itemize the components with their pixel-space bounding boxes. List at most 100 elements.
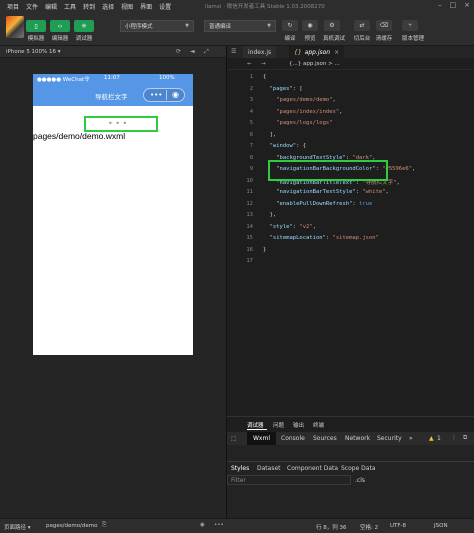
- code-line[interactable]: "navigationBarTextStyle": "white",: [263, 189, 389, 195]
- code-line[interactable]: "sitemapLocation": "sitemap.json": [263, 235, 379, 241]
- maximize-icon[interactable]: □: [450, 1, 457, 9]
- simulator-toggle[interactable]: ▯: [26, 20, 46, 32]
- copy-icon[interactable]: ⎘: [102, 522, 106, 529]
- debugger-toggle[interactable]: ⁜: [74, 20, 94, 32]
- clear-cache-label: 清缓存: [375, 36, 393, 42]
- menu-tools[interactable]: 工具: [64, 2, 76, 11]
- editor-toggle[interactable]: ‹›: [50, 20, 70, 32]
- capsule-divider: [166, 90, 167, 100]
- compile-select[interactable]: 普通编译 ▼: [204, 20, 276, 32]
- forward-icon[interactable]: →: [261, 61, 266, 67]
- more-vert-icon[interactable]: ⋮: [451, 434, 457, 441]
- tab-app-json[interactable]: {} app.json ×: [289, 46, 345, 58]
- menu-capsule[interactable]: ••• ◉: [143, 88, 185, 102]
- devtools-panel-tabs: ⬚ Wxml Console Sources Network Security …: [227, 432, 474, 445]
- code-line[interactable]: "pages": [: [263, 86, 303, 92]
- line-number: 14: [246, 223, 253, 230]
- menu-goto[interactable]: 转到: [83, 2, 95, 11]
- line-number: 7: [249, 143, 253, 149]
- code-line[interactable]: }: [263, 247, 266, 253]
- line-number: 11: [246, 189, 253, 195]
- dock-icon[interactable]: ⧉: [463, 434, 467, 442]
- menu-project[interactable]: 项目: [7, 2, 19, 11]
- tab-styles[interactable]: Styles: [231, 465, 249, 472]
- filter-placeholder: Filter: [231, 477, 246, 484]
- chevron-down-icon: ▼: [185, 23, 189, 29]
- background-button[interactable]: ⇄: [354, 20, 370, 31]
- version-button[interactable]: ⑂: [402, 20, 418, 31]
- device-select[interactable]: iPhone 5 100% 16 ▾: [6, 49, 61, 55]
- line-number: 13: [246, 212, 253, 218]
- inspect-icon[interactable]: ⬚: [231, 435, 237, 442]
- close-icon[interactable]: ×: [464, 1, 470, 9]
- code-line[interactable]: "window": {: [263, 143, 306, 149]
- menu-interface[interactable]: 界面: [140, 2, 152, 11]
- code-line[interactable]: "pages/index/index",: [263, 109, 342, 115]
- close-icon[interactable]: ×: [334, 49, 339, 56]
- menu-edit[interactable]: 编辑: [45, 2, 57, 11]
- back-icon[interactable]: ←: [247, 61, 252, 67]
- mode-select[interactable]: 小程序模式 ▼: [120, 20, 194, 32]
- more-icon[interactable]: •••: [214, 522, 224, 528]
- breadcrumb-path[interactable]: {...} app.json > ...: [289, 61, 340, 67]
- tab-debugger[interactable]: 调试器: [247, 421, 264, 429]
- remote-debug-button[interactable]: ⚙: [324, 20, 340, 31]
- code-line[interactable]: ],: [263, 132, 277, 138]
- tab-sources[interactable]: Sources: [313, 435, 337, 442]
- tab-terminal[interactable]: 终端: [313, 421, 324, 429]
- tab-index-js[interactable]: index.js: [243, 46, 277, 58]
- background-text-style-highlight: [268, 160, 388, 181]
- tab-security[interactable]: Security: [377, 435, 402, 442]
- filter-input[interactable]: Filter: [227, 475, 351, 485]
- code-line[interactable]: "pages/demo/demo",: [263, 97, 336, 103]
- file-encoding[interactable]: UTF-8: [390, 523, 406, 529]
- tab-dataset[interactable]: Dataset: [257, 465, 281, 472]
- page-path-select[interactable]: 页面路径 ▾: [4, 523, 31, 531]
- cls-toggle[interactable]: .cls: [355, 477, 365, 484]
- minimize-icon[interactable]: –: [438, 1, 442, 9]
- close-circle-icon[interactable]: ◉: [172, 90, 179, 99]
- line-number: 5: [249, 120, 253, 126]
- volume-icon[interactable]: ◄: [190, 48, 195, 55]
- preview-button[interactable]: ◉: [302, 20, 318, 31]
- compile-button[interactable]: ↻: [282, 20, 298, 31]
- tab-wxml[interactable]: Wxml: [247, 432, 276, 445]
- line-number: 6: [249, 131, 253, 138]
- tab-more[interactable]: »: [409, 435, 413, 442]
- tab-network[interactable]: Network: [345, 435, 370, 442]
- phone-nav-bar: 导航栏文字 ••• ◉: [33, 84, 193, 106]
- code-line[interactable]: "style": "v2",: [263, 224, 316, 230]
- rotate-icon[interactable]: ⟳: [176, 48, 181, 55]
- debug-icon: ⚙: [329, 22, 335, 29]
- editor-tabs: ☰ index.js {} app.json ×: [227, 46, 474, 58]
- code-line[interactable]: },: [263, 212, 277, 218]
- more-icon[interactable]: •••: [150, 91, 162, 99]
- status-time: 11:07: [104, 75, 120, 81]
- menu-file[interactable]: 文件: [26, 2, 38, 11]
- indent-spaces[interactable]: 空格: 2: [360, 523, 378, 531]
- fullscreen-icon[interactable]: ⤢: [204, 48, 209, 56]
- branch-icon: ⑂: [408, 22, 412, 29]
- menu-select[interactable]: 选择: [102, 2, 114, 11]
- code-line[interactable]: "pages/logs/logs": [263, 120, 332, 126]
- menu-settings[interactable]: 设置: [159, 2, 171, 11]
- warning-icon[interactable]: ▲: [429, 435, 434, 442]
- tab-scope-data[interactable]: Scope Data: [341, 465, 376, 472]
- code-line[interactable]: {: [263, 74, 266, 80]
- tab-problems[interactable]: 问题: [273, 421, 284, 429]
- language-mode[interactable]: JSON: [434, 523, 448, 529]
- menu-view[interactable]: 视图: [121, 2, 133, 11]
- clear-cache-button[interactable]: ⌫: [376, 20, 392, 31]
- eye-icon[interactable]: ◉: [200, 522, 205, 528]
- page-path-value[interactable]: pages/demo/demo: [46, 523, 98, 529]
- tab-output[interactable]: 输出: [293, 421, 304, 429]
- files-icon[interactable]: ☰: [231, 48, 236, 55]
- chevron-down-icon: ▼: [267, 23, 271, 29]
- tab-console[interactable]: Console: [281, 435, 305, 442]
- tab-component-data[interactable]: Component Data: [287, 465, 338, 472]
- code-line[interactable]: "enablePullDownRefresh": true: [263, 201, 372, 207]
- cursor-position[interactable]: 行 8，列 36: [316, 523, 347, 531]
- tab-label: app.json: [304, 48, 331, 56]
- breadcrumb: ← → {...} app.json > ...: [227, 58, 474, 70]
- window-title: ilamxi · 微信开发者工具 Stable 1.03.2008270: [205, 4, 325, 10]
